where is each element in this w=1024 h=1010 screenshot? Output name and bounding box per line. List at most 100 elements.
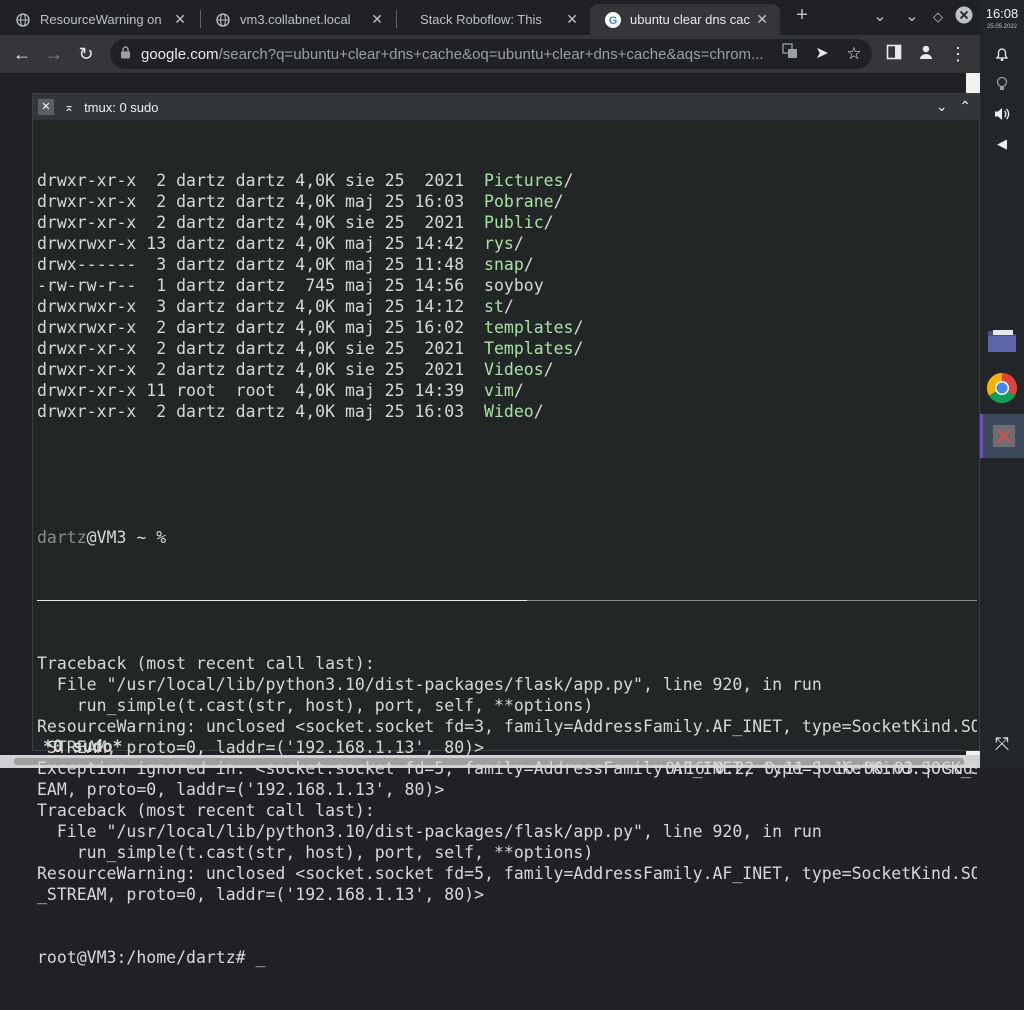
tab-vm3-collabnet[interactable]: vm3.collabnet.local ✕ <box>200 4 395 35</box>
directory-listing: drwxr-xr-x 2 dartz dartz 4,0K sie 25 202… <box>37 170 977 422</box>
directory-name: Templates <box>484 339 574 358</box>
listing-row: drwxr-xr-x 2 dartz dartz 4,0K sie 25 202… <box>37 338 977 359</box>
back-arrow-icon[interactable]: ← <box>10 43 34 65</box>
google-icon: G <box>605 11 621 28</box>
output-line: EAM, proto=0, laddr=('192.168.1.13', 80)… <box>37 780 445 799</box>
terminal-task-icon[interactable] <box>980 414 1024 458</box>
listing-meta: drwxr-xr-x 2 dartz dartz 4,0K maj 25 16:… <box>37 402 485 421</box>
tab-stack-roboflow[interactable]: Stack Roboflow: This ✕ <box>405 4 590 35</box>
profile-icon[interactable] <box>914 43 938 65</box>
listing-row: drwxr-xr-x 2 dartz dartz 4,0K sie 25 202… <box>37 359 977 380</box>
terminal-output[interactable]: drwxr-xr-x 2 dartz dartz 4,0K sie 25 202… <box>37 128 977 1010</box>
address-url: google.com/search?q=ubuntu+clear+dns+cac… <box>141 46 781 63</box>
folder-task-icon[interactable] <box>980 318 1024 362</box>
output-line: _STREAM, proto=0, laddr=('192.168.1.13',… <box>37 885 485 904</box>
output-line: File "/usr/local/lib/python3.10/dist-pac… <box>37 675 822 694</box>
maximize-chevron-icon[interactable]: ⌃ <box>959 98 971 114</box>
output-line: ResourceWarning: unclosed <socket.socket… <box>37 864 977 883</box>
restore-diamond-icon[interactable]: ◇ <box>926 9 950 25</box>
output-line: Traceback (most recent call last): <box>37 801 375 820</box>
listing-suffix: / <box>513 381 524 400</box>
terminal-title: tmux: 0 sudo <box>84 99 159 115</box>
clock-time[interactable]: 16:08 <box>980 6 1024 21</box>
expand-triangle-icon[interactable]: ◀ <box>990 136 1014 152</box>
listing-suffix: / <box>543 213 554 232</box>
tab-ubuntu-clear-dns[interactable]: G ubuntu clear dns cac ✕ <box>590 4 780 35</box>
address-bar[interactable]: google.com/search?q=ubuntu+clear+dns+cac… <box>110 39 872 69</box>
minimize-chevron-icon[interactable]: ⌄ <box>936 98 948 114</box>
close-icon[interactable]: ✕ <box>174 11 186 28</box>
directory-name: vim <box>484 381 514 400</box>
listing-meta: drwxr-xr-x 2 dartz dartz 4,0K sie 25 202… <box>37 213 485 232</box>
prompt-user: dartz <box>37 528 87 547</box>
tmux-status-bar: *0 sudo* 0.16 0.22 0.11 | 16:08:03 | sud <box>33 714 973 778</box>
forward-arrow-icon[interactable]: → <box>42 43 66 65</box>
panel-config-icon[interactable]: ⤧ <box>990 734 1014 755</box>
listing-meta: drwxrwxr-x 13 dartz dartz 4,0K maj 25 14… <box>37 234 485 253</box>
tab-resourcewarning[interactable]: ResourceWarning on ✕ <box>0 4 198 35</box>
listing-meta: drwxrwxr-x 3 dartz dartz 4,0K maj 25 14:… <box>37 297 485 316</box>
listing-suffix: / <box>543 360 554 379</box>
listing-suffix: / <box>573 318 584 337</box>
listing-suffix: / <box>523 255 534 274</box>
more-menu-icon[interactable]: ⋮ <box>946 43 970 65</box>
listing-meta: drwxr-xr-x 2 dartz dartz 4,0K sie 25 202… <box>37 171 485 190</box>
browser-toolbar: ← → ↻ google.com/search?q=ubuntu+clear+d… <box>0 35 980 73</box>
side-panel-icon[interactable] <box>882 43 906 65</box>
tab-title: ResourceWarning on <box>40 12 162 27</box>
window-controls: ⌄ ⌃ <box>936 98 971 115</box>
tab-search-chevron-icon[interactable]: ⌄ <box>868 6 892 26</box>
root-prompt: root@VM3:/home/dartz# _ <box>37 948 266 967</box>
terminal-window[interactable]: ✕ ⌅ tmux: 0 sudo ⌄ ⌃ drwxr-xr-x 2 dartz … <box>32 93 980 967</box>
window-close-icon[interactable]: ✕ <box>38 99 54 115</box>
directory-name: Pobrane <box>484 192 554 211</box>
close-icon[interactable]: ✕ <box>756 11 768 28</box>
window-close-icon[interactable] <box>952 6 976 29</box>
globe-icon <box>15 12 31 28</box>
bookmark-star-icon[interactable]: ☆ <box>842 43 866 65</box>
system-panel: 16:08 25.05.2022 ◀ ⤧ <box>980 0 1024 768</box>
listing-suffix: / <box>563 171 574 190</box>
close-icon[interactable]: ✕ <box>566 11 578 28</box>
volume-icon[interactable] <box>990 106 1014 127</box>
output-line: Traceback (most recent call last): <box>37 654 375 673</box>
listing-row: drwxrwxr-x 13 dartz dartz 4,0K maj 25 14… <box>37 233 977 254</box>
listing-row: -rw-rw-r-- 1 dartz dartz 745 maj 25 14:5… <box>37 275 977 296</box>
listing-row: drwxr-xr-x 2 dartz dartz 4,0K maj 25 16:… <box>37 401 977 422</box>
tmux-window-tab[interactable]: *0 sudo* <box>43 736 122 758</box>
lightbulb-icon[interactable] <box>990 76 1014 97</box>
tab-title: ubuntu clear dns cac <box>630 12 750 27</box>
clock-date: 25.05.2022 <box>986 24 1018 30</box>
new-tab-button[interactable]: + <box>790 4 814 27</box>
keep-above-icon[interactable]: ⌅ <box>64 100 74 114</box>
prompt-host: @VM3 ~ % <box>86 528 167 547</box>
reload-icon[interactable]: ↻ <box>74 43 98 65</box>
browser-tab-strip: ResourceWarning on ✕ vm3.collabnet.local… <box>0 0 980 35</box>
listing-row: drwx------ 3 dartz dartz 4,0K maj 25 11:… <box>37 254 977 275</box>
listing-suffix: / <box>573 339 584 358</box>
tmux-pane-divider[interactable] <box>37 590 977 611</box>
notifications-bell-icon[interactable] <box>990 46 1014 67</box>
minimize-chevron-icon[interactable]: ⌄ <box>900 6 924 26</box>
directory-name: templates <box>484 318 574 337</box>
url-path: /search?q=ubuntu+clear+dns+cache&oq=ubun… <box>218 45 764 63</box>
directory-name: Public <box>484 213 544 232</box>
listing-row: drwxr-xr-x 2 dartz dartz 4,0K sie 25 202… <box>37 212 977 233</box>
listing-meta: drwx------ 3 dartz dartz 4,0K maj 25 11:… <box>37 255 485 274</box>
translate-icon[interactable] <box>778 43 802 65</box>
listing-row: drwxr-xr-x 2 dartz dartz 4,0K maj 25 16:… <box>37 191 977 212</box>
chrome-task-icon[interactable] <box>980 366 1024 410</box>
lock-icon <box>120 45 131 63</box>
directory-name: Wideo <box>484 402 534 421</box>
tab-divider <box>396 10 397 28</box>
url-host: google.com <box>141 45 219 63</box>
terminal-titlebar[interactable]: ✕ ⌅ tmux: 0 sudo ⌄ ⌃ <box>33 94 979 120</box>
file-name: soyboy <box>484 276 544 295</box>
svg-text:G: G <box>609 15 618 27</box>
empty-line <box>37 464 977 485</box>
directory-name: Pictures <box>484 171 564 190</box>
listing-meta: drwxr-xr-x 2 dartz dartz 4,0K maj 25 16:… <box>37 192 485 211</box>
send-icon[interactable]: ➤ <box>810 43 834 65</box>
directory-name: Videos <box>484 360 544 379</box>
close-icon[interactable]: ✕ <box>371 11 383 28</box>
